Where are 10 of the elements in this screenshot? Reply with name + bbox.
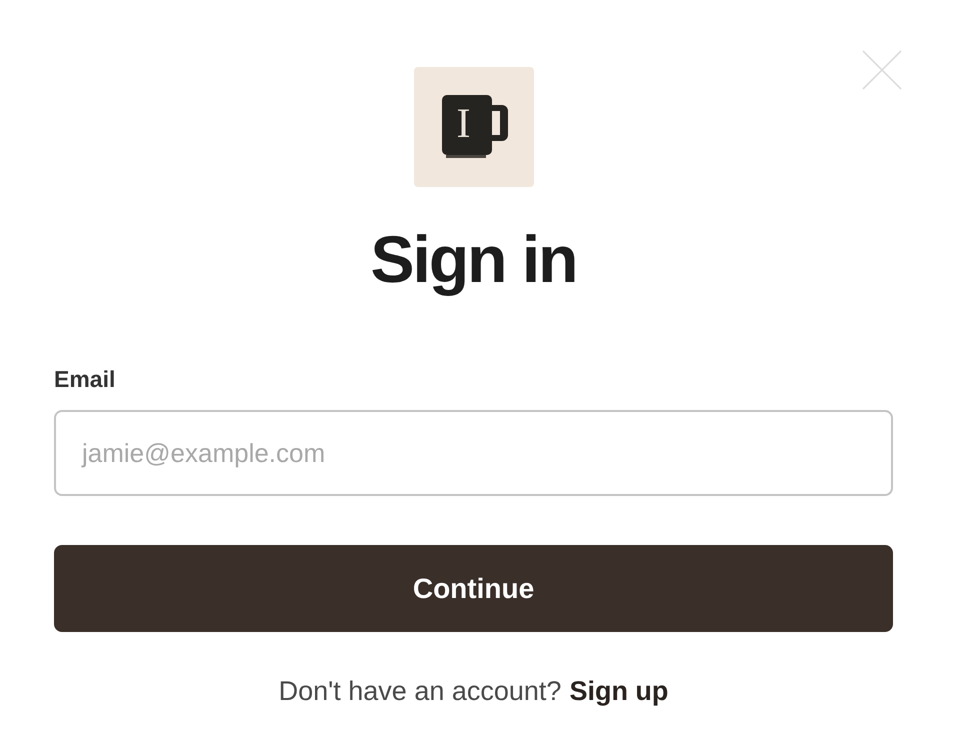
page-title: Sign in	[370, 221, 576, 297]
close-button[interactable]	[862, 50, 902, 90]
close-icon	[862, 50, 902, 90]
continue-button[interactable]: Continue	[54, 545, 893, 632]
logo-letter: I	[456, 101, 470, 147]
email-field[interactable]: jamie@example.com	[54, 410, 893, 496]
signup-prompt: Don't have an account?	[278, 675, 562, 708]
mug-icon	[442, 95, 510, 159]
field-label: Email	[54, 365, 116, 393]
signup-link[interactable]: Sign up	[569, 674, 668, 708]
